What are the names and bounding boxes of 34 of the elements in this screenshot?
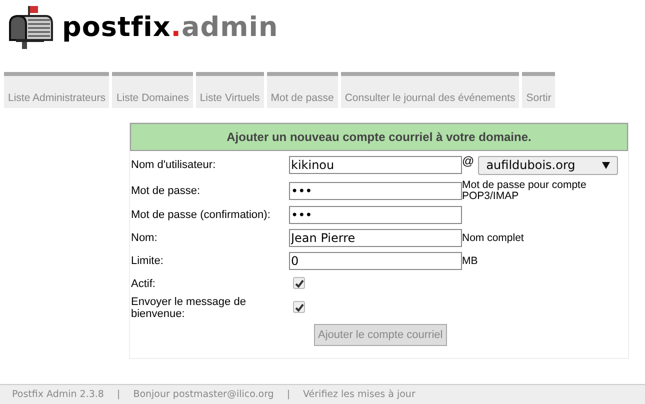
field-label: Nom d'utilisateur: <box>130 159 217 171</box>
at-sign: @ <box>462 156 474 166</box>
separator: | <box>286 389 290 400</box>
nav-tab[interactable]: Liste Domaines <box>112 72 193 108</box>
form-title: Ajouter un nouveau compte courriel à votre domaine. <box>130 123 628 151</box>
domain-dropdown[interactable]: aufildubois.org <box>478 156 618 174</box>
field-label: Mot de passe (confirmation): <box>130 209 272 221</box>
footer-text: Postfix Admin 2.3.8 <box>12 389 104 400</box>
nav-tab[interactable]: Sortir <box>522 72 556 108</box>
field-label: Mot de passe: <box>130 185 202 197</box>
input-field[interactable]: ••• <box>289 206 462 224</box>
nav-tab[interactable]: Liste Virtuels <box>196 72 264 108</box>
submit-button[interactable]: Ajouter le compte courriel <box>314 324 447 346</box>
checkbox[interactable] <box>293 301 305 314</box>
nav-tab[interactable]: Consulter le journal des événements <box>340 72 520 108</box>
footer-text[interactable]: Vérifiez les mises à jour <box>303 389 416 400</box>
field-label: Actif: <box>130 278 156 290</box>
mailbox-icon <box>6 4 54 50</box>
field-label: Envoyer le message de bienvenue: <box>130 296 247 320</box>
help-text: Nom complet <box>462 232 524 244</box>
checkbox[interactable] <box>293 277 305 290</box>
input-field[interactable]: kikinou <box>289 156 462 174</box>
field-label: Limite: <box>130 255 164 267</box>
footer-text: Bonjour postmaster@ilico.org <box>133 389 274 400</box>
separator: | <box>116 389 120 400</box>
caret-icon <box>602 162 610 168</box>
logo-text: postfix.admin <box>62 12 278 42</box>
nav-tab[interactable]: Mot de passe <box>266 72 338 108</box>
nav-tab[interactable]: Liste Administrateurs <box>4 72 110 108</box>
help-text: MB <box>462 256 478 266</box>
field-label: Nom: <box>130 232 158 244</box>
input-field[interactable]: ••• <box>289 182 462 200</box>
help-text: Mot de passe pour compte POP3/IMAP <box>462 180 588 202</box>
input-field[interactable]: 0 <box>289 252 462 270</box>
